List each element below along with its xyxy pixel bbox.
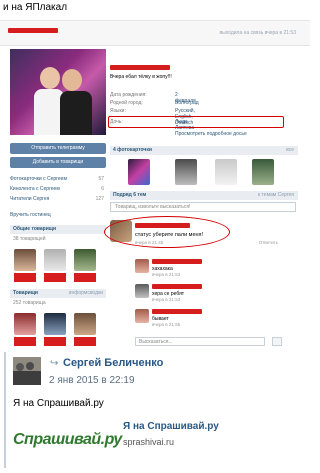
censored-name — [74, 337, 96, 346]
friend-thumb[interactable] — [14, 249, 36, 271]
author-avatar[interactable] — [13, 357, 41, 385]
comment: бывает вчера в 21:55 — [135, 309, 300, 331]
comment: хахахака вчера в 21:53 — [135, 259, 300, 281]
censored-profile-name — [110, 65, 170, 70]
censored-name — [14, 337, 36, 346]
reply-link[interactable]: Ответить — [259, 240, 278, 245]
photos-section-header[interactable]: 4 фотокарточки все — [110, 146, 298, 155]
friend-thumb[interactable] — [14, 313, 36, 335]
friend-thumb[interactable] — [44, 249, 66, 271]
wall-section-header[interactable]: Подряд 6 тем к темам Сергея — [110, 191, 298, 200]
link-title[interactable]: Я на Спрашивай.ру — [123, 421, 219, 432]
photo-thumb[interactable] — [215, 159, 237, 185]
censored-comment-author — [152, 309, 202, 314]
left-row-followers[interactable]: Читатели Сергея 127 — [10, 196, 106, 204]
post-caption: и на ЯПлакал — [3, 2, 68, 13]
friend-thumb[interactable] — [44, 313, 66, 335]
highlight-post — [104, 216, 230, 248]
censored-comment-author — [152, 259, 202, 264]
post-date[interactable]: 2 янв 2015 в 22:19 — [49, 375, 135, 386]
censored-name — [74, 273, 96, 282]
photo-thumb[interactable] — [128, 159, 150, 185]
comment-date: вчера в 21:53 — [152, 272, 181, 277]
add-friend-button[interactable]: Добавить в товарищи — [10, 157, 106, 168]
comment-avatar[interactable] — [135, 309, 149, 323]
comment-date: вчера в 21:55 — [152, 322, 181, 327]
censored-name — [14, 273, 36, 282]
friends-count: 252 товарища — [13, 300, 46, 306]
photo-thumb[interactable] — [175, 159, 197, 185]
left-row-gift[interactable]: Вручить гостинец — [10, 212, 106, 220]
repost-text: Я на Спрашивай.ру — [13, 398, 104, 409]
friend-thumb[interactable] — [74, 249, 96, 271]
left-row-photos[interactable]: Фотокарточки с Сергеем 57 — [10, 176, 106, 184]
photo-thumb[interactable] — [252, 159, 274, 185]
author-name[interactable]: Сергей Беличенко — [63, 357, 163, 369]
screenshot-top-bar: выходила на связь вчера в 21:53 — [0, 21, 310, 46]
profile-status: Вчера ебал тёлку в жопу!!! — [110, 74, 172, 80]
wall-input[interactable]: Товарищ, извольте высказаться! — [110, 202, 296, 212]
comment: хера се ребят вчера в 21:53 — [135, 284, 300, 306]
comment-avatar[interactable] — [135, 284, 149, 298]
attach-icon[interactable] — [272, 337, 282, 346]
repost-divider — [4, 352, 6, 468]
send-telegram-button[interactable]: Отправить телеграмму — [10, 143, 106, 154]
censored-comment-author — [152, 284, 202, 289]
friend-thumb[interactable] — [74, 313, 96, 335]
friends-header[interactable]: Товарищи информсводки — [10, 289, 106, 298]
embedded-screenshot: выходила на связь вчера в 21:53 Отправит… — [0, 20, 310, 348]
censored-name — [44, 337, 66, 346]
comment-date: вчера в 21:53 — [152, 297, 181, 302]
sprashivai-logo[interactable]: Спрашивай.ру — [13, 431, 122, 449]
repost-arrow-icon: ↪ — [50, 358, 59, 369]
link-url[interactable]: sprashivai.ru — [123, 437, 174, 447]
vk-logo-icon — [4, 27, 64, 35]
last-seen: выходила на связь вчера в 21:53 — [219, 30, 296, 36]
more-info-link[interactable]: Просмотреть подробное досье — [175, 131, 247, 137]
censored-name — [44, 273, 66, 282]
left-row-videos[interactable]: Кинолента с Сергеем 6 — [10, 186, 106, 194]
common-friends-count: 38 товарищей — [13, 236, 46, 242]
comment-avatar[interactable] — [135, 259, 149, 273]
censored-logo — [8, 28, 58, 33]
highlight-daughter — [108, 116, 284, 128]
common-friends-header[interactable]: Общие товарищи — [10, 225, 106, 234]
profile-photo — [10, 49, 106, 135]
comment-input[interactable]: Высказаться... — [135, 337, 265, 346]
